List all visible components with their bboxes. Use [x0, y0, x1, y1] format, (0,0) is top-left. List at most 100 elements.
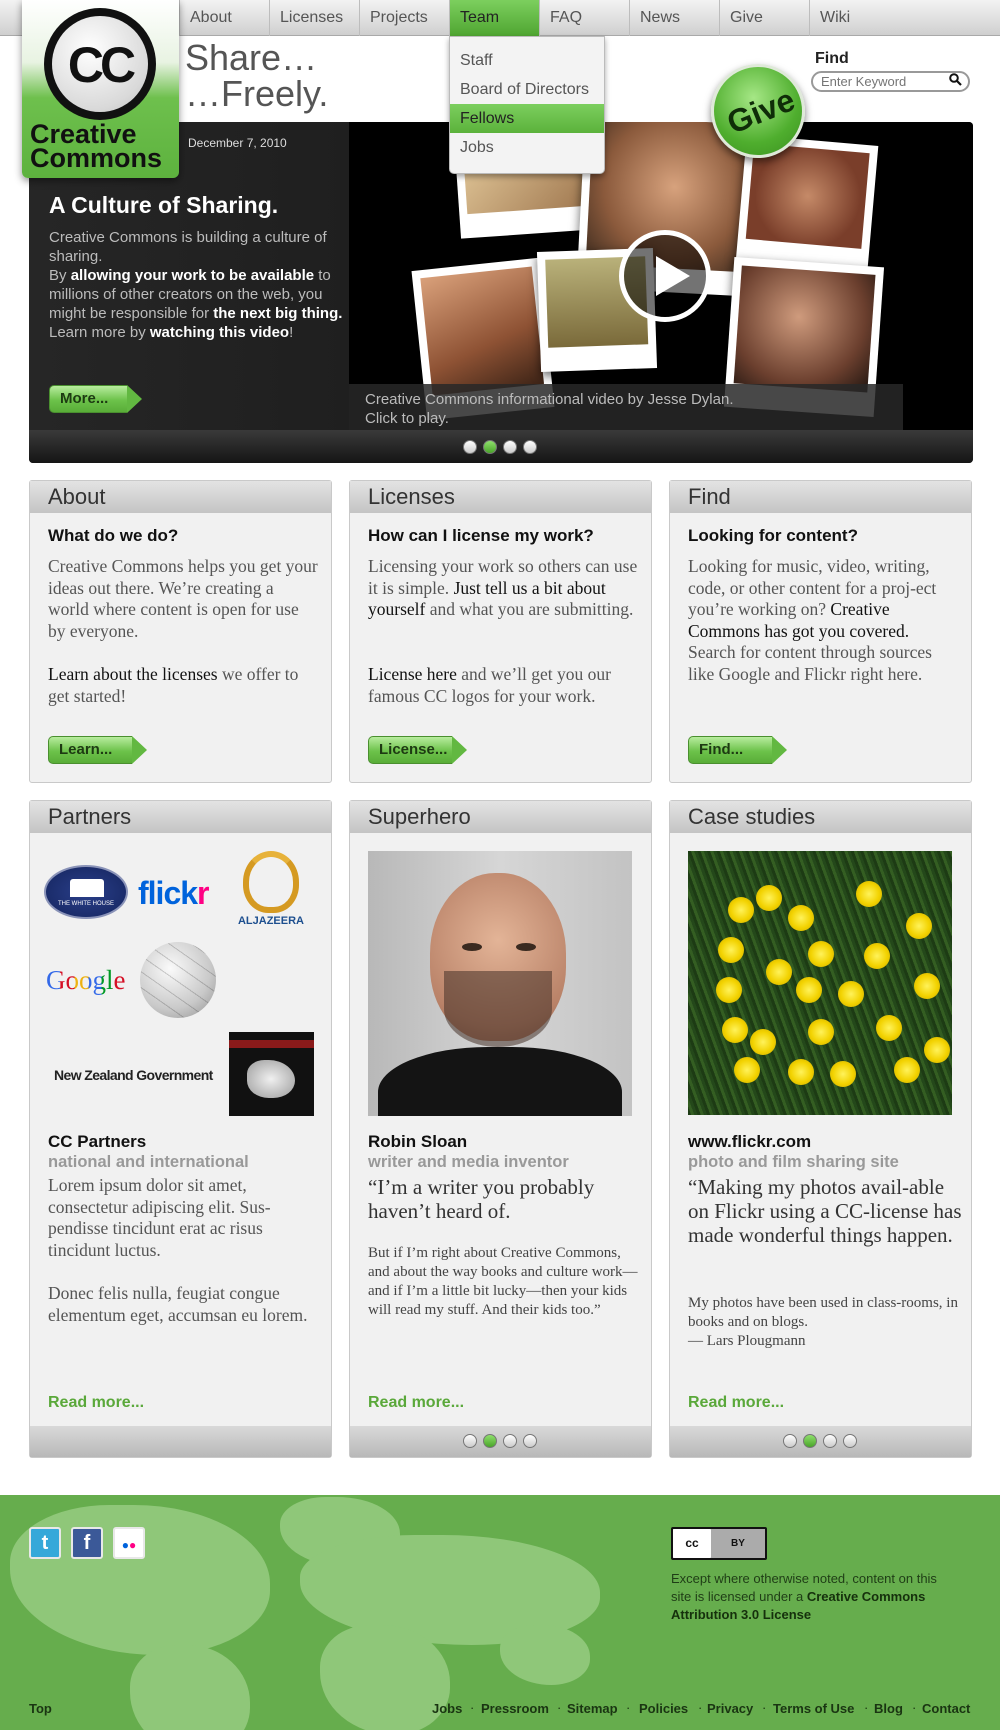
- superhero-panel: Superhero Robin Sloan writer and media i…: [349, 800, 652, 1458]
- footer-separator: ·: [470, 1700, 475, 1715]
- logo-wordmark: Creative Commons: [30, 121, 180, 173]
- footer-link-pressroom[interactable]: Pressroom: [481, 1701, 549, 1716]
- case-study-photo[interactable]: [688, 851, 952, 1115]
- nav-item-about[interactable]: About: [179, 0, 269, 36]
- find-panel-subheading: Looking for content?: [688, 526, 858, 545]
- licenses-panel-subheading: How can I license my work?: [368, 526, 594, 545]
- cc-by-license-badge[interactable]: cc BY: [671, 1527, 767, 1560]
- partners-panel-footer: [30, 1426, 331, 1457]
- hero-pager-dot-3[interactable]: [503, 440, 517, 454]
- menu-item-jobs[interactable]: Jobs: [450, 133, 604, 162]
- aljazeera-logo[interactable]: ALJAZEERA: [234, 851, 308, 927]
- footer-link-policies[interactable]: Policies: [639, 1701, 688, 1716]
- superhero-pager-dot-1[interactable]: [463, 1434, 477, 1448]
- flickr-logo[interactable]: flickr: [138, 875, 210, 912]
- footer-link-contact[interactable]: Contact: [922, 1701, 970, 1716]
- flickr-logo-part-1: flick: [138, 875, 198, 911]
- superhero-quote-body: But if I’m right about Creative Commons,…: [368, 1245, 638, 1318]
- case-study-read-more-link[interactable]: Read more...: [688, 1394, 784, 1412]
- facebook-icon[interactable]: f: [71, 1527, 103, 1559]
- nav-item-give[interactable]: Give: [719, 0, 809, 36]
- logo-line-2: Commons: [30, 143, 163, 173]
- find-panel-body-post: Search for content through sources like …: [688, 642, 932, 684]
- case-study-role: photo and film sharing site: [688, 1153, 899, 1171]
- search-icon[interactable]: [949, 73, 962, 89]
- tagline-line-2: …Freely.: [185, 73, 329, 114]
- case-studies-pager-dot-1[interactable]: [783, 1434, 797, 1448]
- world-map-south-america: [130, 1645, 250, 1730]
- hero-pager-dot-1[interactable]: [463, 440, 477, 454]
- creative-commons-logo[interactable]: CC Creative Commons: [22, 0, 179, 178]
- footer-separator: ·: [912, 1700, 917, 1715]
- nav-item-faq[interactable]: FAQ: [539, 0, 629, 36]
- case-studies-pager-dot-2[interactable]: [803, 1434, 817, 1448]
- more-button[interactable]: More...: [49, 385, 142, 413]
- footer-link-sitemap[interactable]: Sitemap: [567, 1701, 618, 1716]
- superhero-pager-dot-4[interactable]: [523, 1434, 537, 1448]
- superhero-read-more-link[interactable]: Read more...: [368, 1394, 464, 1412]
- nav-item-wiki[interactable]: Wiki: [809, 0, 899, 36]
- play-icon[interactable]: [619, 230, 711, 322]
- case-studies-pager-dot-3[interactable]: [823, 1434, 837, 1448]
- search-box: [811, 71, 970, 92]
- wikipedia-logo[interactable]: [140, 942, 216, 1018]
- white-house-logo[interactable]: THE WHITE HOUSE: [44, 865, 128, 919]
- footer-link-terms-of-use[interactable]: Terms of Use: [773, 1701, 854, 1716]
- aljazeera-logo-text: ALJAZEERA: [237, 915, 304, 927]
- superhero-photo[interactable]: [368, 851, 632, 1116]
- twitter-icon[interactable]: t: [29, 1527, 61, 1559]
- find-panel-heading: Find: [670, 481, 971, 513]
- search-input[interactable]: [821, 73, 941, 90]
- hero-pager: [29, 430, 973, 463]
- nav-item-projects[interactable]: Projects: [359, 0, 449, 36]
- give-badge-button[interactable]: Give: [711, 64, 805, 158]
- find-button[interactable]: Find...: [688, 736, 787, 764]
- cc-badge-right: BY: [711, 1529, 765, 1558]
- footer-link-blog[interactable]: Blog: [874, 1701, 903, 1716]
- find-panel-body-pre: Looking for music, video, writing, code,…: [688, 556, 937, 619]
- nav-item-team[interactable]: Team: [449, 0, 539, 36]
- license-here-link[interactable]: License here: [368, 664, 457, 684]
- hero-body-p3-pre: Learn more by: [49, 324, 150, 341]
- license-notice: Except where otherwise noted, content on…: [671, 1570, 946, 1624]
- give-badge-label: Give: [721, 81, 800, 141]
- nz-government-logo[interactable]: New Zealand Government: [54, 1067, 213, 1083]
- hero-body-p2-bold: allowing your work to be available: [70, 267, 315, 284]
- hero-video[interactable]: Creative Commons informational video by …: [349, 122, 973, 430]
- partner-photo[interactable]: [229, 1032, 314, 1116]
- case-study-name: www.flickr.com: [688, 1132, 812, 1151]
- hero-body-p2-pre: By: [49, 267, 71, 284]
- menu-item-fellows[interactable]: Fellows: [450, 104, 604, 133]
- hero-pager-dot-4[interactable]: [523, 440, 537, 454]
- hero-title: A Culture of Sharing.: [49, 192, 279, 218]
- partners-read-more-link[interactable]: Read more...: [48, 1394, 144, 1412]
- menu-item-staff[interactable]: Staff: [450, 46, 604, 75]
- aljazeera-emblem-icon: [243, 851, 299, 913]
- flickr-icon[interactable]: ●●: [113, 1527, 145, 1559]
- hero-pager-dot-2[interactable]: [483, 440, 497, 454]
- footer-link-privacy[interactable]: Privacy: [707, 1701, 753, 1716]
- footer-top-link[interactable]: Top: [29, 1701, 52, 1716]
- google-logo[interactable]: Google: [46, 965, 125, 996]
- license-button[interactable]: License...: [368, 736, 467, 764]
- superhero-pager-dot-3[interactable]: [503, 1434, 517, 1448]
- case-studies-pager-dot-4[interactable]: [843, 1434, 857, 1448]
- superhero-pager-dot-2[interactable]: [483, 1434, 497, 1448]
- hero-body-p1: Creative Commons is building a culture o…: [49, 229, 327, 265]
- nav-item-news[interactable]: News: [629, 0, 719, 36]
- hero-video-link[interactable]: watching this video: [150, 324, 289, 341]
- find-panel-body: Looking for music, video, writing, code,…: [688, 556, 958, 685]
- learn-licenses-link[interactable]: Learn about the licenses: [48, 664, 218, 684]
- team-dropdown-menu: Staff Board of Directors Fellows Jobs: [449, 36, 605, 174]
- footer-link-jobs[interactable]: Jobs: [432, 1701, 462, 1716]
- nav-item-licenses[interactable]: Licenses: [269, 0, 359, 36]
- world-map-asia-south: [500, 1625, 590, 1685]
- learn-button[interactable]: Learn...: [48, 736, 147, 764]
- partners-name: CC Partners: [48, 1132, 147, 1151]
- licenses-panel-body: Licensing your work so others can use it…: [368, 556, 638, 621]
- licenses-panel-heading: Licenses: [350, 481, 651, 513]
- footer-separator: ·: [864, 1700, 869, 1715]
- superhero-role: writer and media inventor: [368, 1153, 569, 1171]
- menu-item-board-of-directors[interactable]: Board of Directors: [450, 75, 604, 104]
- licenses-panel-body-post: and what you are submitting.: [425, 599, 634, 619]
